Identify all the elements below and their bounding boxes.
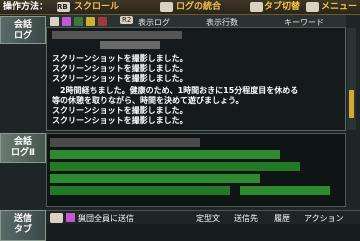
send-button-icon <box>50 213 63 223</box>
filter-icon-1[interactable] <box>50 17 59 26</box>
obscured-green-text <box>240 186 330 195</box>
tab-switch-button-icon <box>250 2 263 12</box>
scroll-hint: スクロール <box>74 2 120 12</box>
controls-help-bar: 操作方法： RB RB スクロール ログの統合 タブ切替 メニュー <box>0 0 360 15</box>
rb-button-icon: RB RB <box>57 2 81 12</box>
history-button[interactable]: 履歴 <box>274 213 290 224</box>
menu-hint: メニュー <box>321 2 358 12</box>
action-button[interactable]: アクション <box>304 213 344 224</box>
log-toolbar: R2 表示ログ 表示行数 キーワード <box>46 15 346 28</box>
log-line: スクリーンショットを撮影しました。 <box>52 74 188 83</box>
controls-label: 操作方法： <box>3 2 49 12</box>
filter-icon-2[interactable] <box>62 17 71 26</box>
input-area[interactable] <box>46 224 360 241</box>
tab-send[interactable]: 送信 タブ <box>0 210 46 241</box>
send-target-button[interactable]: 送信先 <box>234 213 258 224</box>
chat-log-2-label-b: ログⅡ <box>11 148 35 158</box>
obscured-green-text <box>50 150 280 159</box>
obscured-green-text <box>50 186 230 195</box>
menu-button-icon <box>306 2 319 12</box>
log-line: スクリーンショットを撮影しました。 <box>52 64 188 73</box>
tab-display-log[interactable]: 表示ログ <box>138 17 170 28</box>
obscured-green-text <box>50 162 300 171</box>
log-line: スクリーンショットを撮影しました。 <box>52 54 188 63</box>
button-prompt-icon <box>160 2 173 12</box>
obscured-green-text <box>50 174 260 183</box>
tab-display-lines[interactable]: 表示行数 <box>206 17 238 28</box>
tab-chat-log-2[interactable]: 会話 ログⅡ <box>0 133 46 163</box>
tab-keyword[interactable]: キーワード <box>284 17 324 28</box>
obscured-text <box>50 138 200 147</box>
filter-icon-3[interactable] <box>74 17 83 26</box>
scrollbar-thumb[interactable] <box>349 90 354 118</box>
log-merge-hint: ログの統合 <box>176 2 222 12</box>
send-bar: 猟団全員に送信 定型文 送信先 履歴 アクション <box>46 210 360 224</box>
guild-icon <box>66 213 75 222</box>
obscured-text <box>100 41 160 49</box>
log-line: スクリーンショットを撮影しました。 <box>52 106 188 115</box>
log-line: 2時間経ちました。健康のため、1時間おきに15分程度目を休める <box>52 86 299 95</box>
fixed-phrase-button[interactable]: 定型文 <box>196 213 220 224</box>
close-filter-icon[interactable] <box>98 17 107 26</box>
obscured-text <box>52 31 182 39</box>
send-target-label[interactable]: 猟団全員に送信 <box>78 213 134 224</box>
log-line: スクリーンショットを撮影しました。 <box>52 116 188 125</box>
log-line: 等の休憩を取りながら、時間を決めて遊びましょう。 <box>52 96 244 105</box>
chat-log-2-label-a: 会話 <box>13 137 32 147</box>
tab-switch-hint: タブ切替 <box>264 2 301 12</box>
r2-button-icon: R2 <box>120 16 134 24</box>
tab-chat-log[interactable]: 会話 ログ <box>0 16 46 44</box>
filter-icon-4[interactable] <box>86 17 95 26</box>
